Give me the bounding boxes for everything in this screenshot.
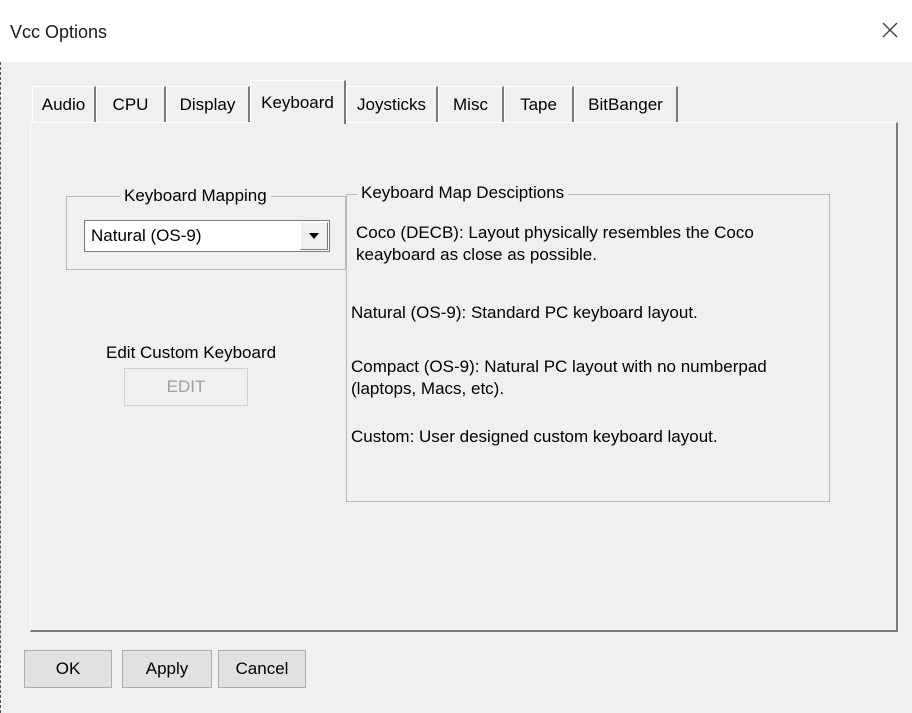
tab-joysticks[interactable]: Joysticks — [346, 86, 438, 122]
description-coco: Coco (DECB): Layout physically resembles… — [356, 223, 754, 264]
edit-button[interactable]: EDIT — [124, 368, 248, 406]
tab-bitbanger[interactable]: BitBanger — [574, 86, 678, 122]
tab-label: Keyboard — [261, 92, 334, 112]
tab-label: Display — [179, 94, 236, 114]
tab-display[interactable]: Display — [166, 86, 250, 122]
tab-label: BitBanger — [588, 94, 663, 114]
tab-misc[interactable]: Misc — [438, 86, 504, 122]
apply-button-label: Apply — [145, 659, 189, 678]
cancel-button[interactable]: Cancel — [218, 650, 306, 688]
tab-label: Audio — [41, 94, 86, 114]
window-edge — [0, 62, 3, 713]
tab-label: Tape — [520, 94, 557, 114]
cancel-button-label: Cancel — [235, 659, 289, 678]
description-compact: Compact (OS-9): Natural PC layout with n… — [351, 357, 767, 398]
keyboard-mapping-value: Natural (OS-9) — [91, 226, 202, 245]
tab-keyboard[interactable]: Keyboard — [250, 80, 346, 124]
tab-cpu[interactable]: CPU — [96, 86, 166, 122]
description-natural: Natural (OS-9): Standard PC keyboard lay… — [351, 303, 698, 322]
tab-tape[interactable]: Tape — [504, 86, 574, 122]
description-custom: Custom: User designed custom keyboard la… — [351, 427, 718, 446]
window-title: Vcc Options — [10, 22, 108, 42]
ok-button[interactable]: OK — [24, 650, 112, 688]
close-icon[interactable] — [876, 16, 904, 44]
ok-button-label: OK — [55, 659, 81, 678]
edit-button-label: EDIT — [166, 377, 206, 396]
apply-button[interactable]: Apply — [122, 650, 212, 688]
title-bar: Vcc Options — [0, 0, 912, 62]
chevron-down-icon[interactable] — [300, 222, 328, 250]
keyboard-mapping-select[interactable]: Natural (OS-9) — [84, 220, 330, 252]
keyboard-map-descriptions-title: Keyboard Map Desciptions — [357, 183, 569, 203]
tab-label: Joysticks — [357, 94, 426, 114]
tab-audio[interactable]: Audio — [32, 86, 96, 122]
tab-label: Misc — [453, 94, 488, 114]
tab-label: CPU — [112, 94, 149, 114]
edit-custom-keyboard-label: Edit Custom Keyboard — [106, 343, 277, 362]
keyboard-mapping-label: Keyboard Mapping — [120, 186, 271, 206]
